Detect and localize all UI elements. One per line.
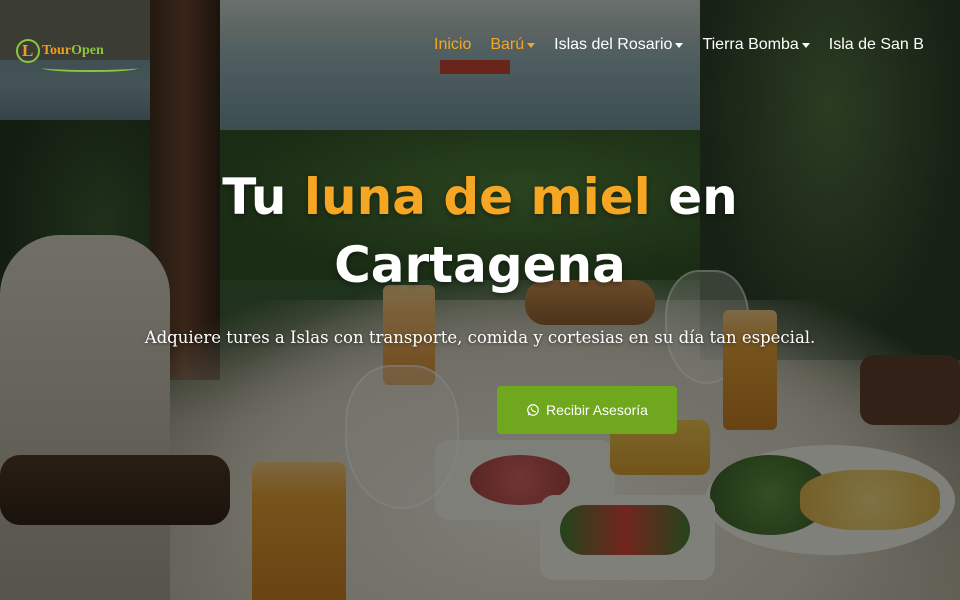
brand-logo[interactable]: L TourOpen xyxy=(14,34,138,72)
nav-item-label: Inicio xyxy=(434,36,472,53)
main-nav: Inicio Barú Islas del Rosario Tierra Bom… xyxy=(434,36,943,54)
caret-down-icon xyxy=(801,42,810,48)
caret-down-icon xyxy=(675,42,684,48)
caret-down-icon xyxy=(527,42,536,48)
hero-subtitle: Adquiere tures a Islas con transporte, c… xyxy=(144,328,816,347)
hero-background-image xyxy=(0,0,960,600)
nav-item-isla-de-san-b[interactable]: Isla de San B xyxy=(829,36,924,54)
nav-item-label: Tierra Bomba xyxy=(702,36,799,53)
hero-title: Tu luna de miel en Cartagena xyxy=(222,168,738,294)
nav-item-islas-del-rosario[interactable]: Islas del Rosario xyxy=(554,36,684,54)
hero-title-highlight: luna de miel xyxy=(303,168,651,226)
cta-label: Recibir Asesoría xyxy=(546,402,648,418)
nav-item-baru[interactable]: Barú xyxy=(490,36,536,54)
nav-item-label: Barú xyxy=(490,36,525,53)
nav-item-label: Islas del Rosario xyxy=(554,36,673,53)
recibir-asesoria-button[interactable]: Recibir Asesoría xyxy=(497,386,677,434)
logo-icon: L xyxy=(14,37,40,65)
whatsapp-icon xyxy=(527,404,539,416)
nav-item-label: Isla de San B xyxy=(828,36,924,53)
nav-item-inicio[interactable]: Inicio xyxy=(434,36,471,54)
nav-item-tierra-bomba[interactable]: Tierra Bomba xyxy=(702,36,810,54)
navbar: L TourOpen Inicio Barú Islas del Rosario… xyxy=(0,22,960,72)
brand-name: TourOpen xyxy=(42,43,104,58)
logo-swoosh xyxy=(42,64,138,72)
hero-overlay xyxy=(0,0,960,600)
